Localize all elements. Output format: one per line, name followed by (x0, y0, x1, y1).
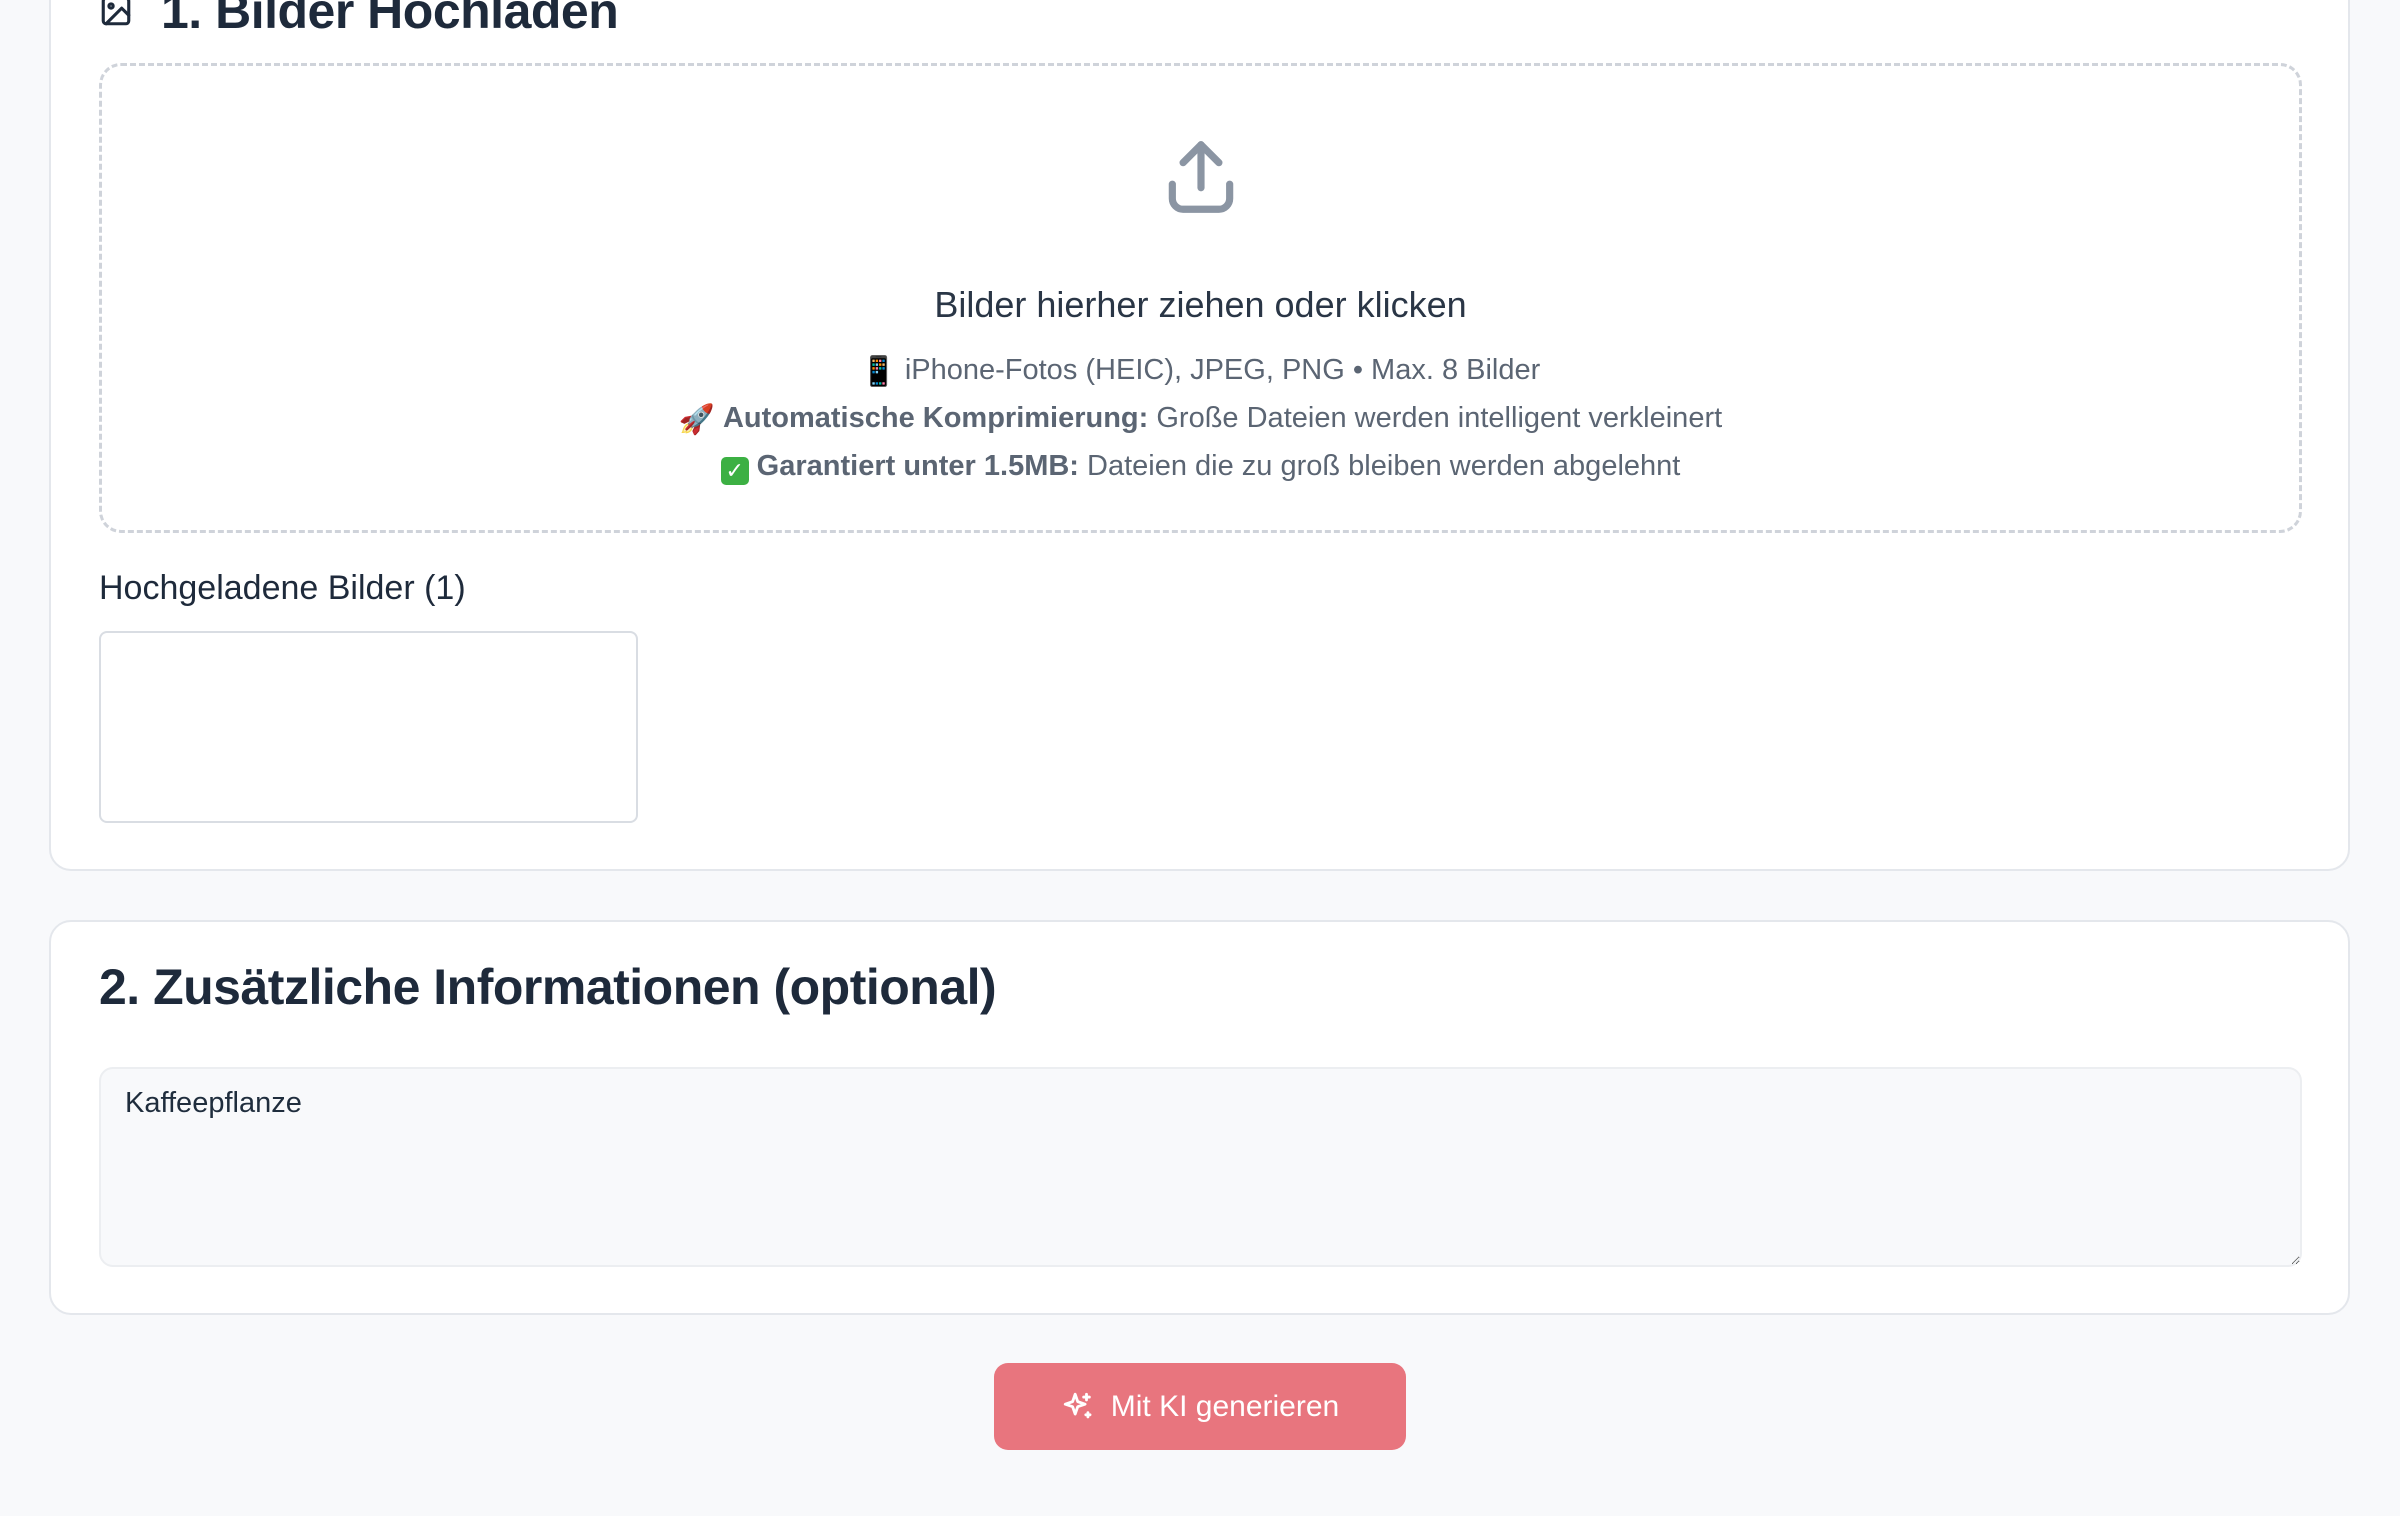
size-limit-text: Dateien die zu groß bleiben werden abgel… (1087, 450, 1681, 482)
upload-card: 1. Bilder Hochladen Bilder hierher ziehe… (49, 0, 2350, 871)
additional-info-card: 2. Zusätzliche Informationen (optional) … (49, 920, 2350, 1315)
sparkle-icon (1063, 1392, 1092, 1418)
compression-label: Automatische Komprimierung: (722, 402, 1149, 434)
dropzone-formats-line: 📱 iPhone-Fotos (HEIC), JPEG, PNG • Max. 8… (102, 354, 2299, 389)
upload-icon (1168, 141, 1233, 213)
upload-section-title: 1. Bilder Hochladen (99, 0, 619, 40)
uploaded-images-label: Hochgeladene Bilder (1) (99, 569, 466, 607)
upload-section-title-text: 1. Bilder Hochladen (161, 0, 619, 39)
compression-text: Große Dateien werden intelligent verklei… (1156, 402, 1723, 434)
generate-button-label: Mit KI generieren (1110, 1389, 1340, 1423)
check-icon: ✓ (720, 457, 749, 485)
image-icon (101, 0, 131, 26)
dropzone-compression-line: 🚀 Automatische Komprimierung: Große Datei… (102, 402, 2299, 437)
image-dropzone[interactable]: Bilder hierher ziehen oder klicken 📱 iPho… (99, 63, 2302, 533)
dropzone-size-limit-line: ✓ Garantiert unter 1.5MB: Dateien die zu … (102, 450, 2299, 485)
phone-icon: 📱 (860, 356, 897, 388)
size-limit-label: Garantiert unter 1.5MB: (756, 450, 1079, 482)
additional-info-textarea[interactable]: Kaffeepflanze (99, 1067, 2302, 1267)
generate-with-ai-button[interactable]: Mit KI generieren (994, 1363, 1406, 1450)
info-section-title: 2. Zusätzliche Informationen (optional) (99, 959, 997, 1015)
dropzone-formats-text: iPhone-Fotos (HEIC), JPEG, PNG • Max. 8 … (904, 354, 1541, 386)
dropzone-title: Bilder hierher ziehen oder klicken (934, 284, 1467, 325)
uploaded-image-thumbnail[interactable] (99, 631, 638, 823)
rocket-icon: 🚀 (678, 404, 715, 436)
info-textarea-wrapper: Kaffeepflanze (99, 1067, 2302, 1267)
